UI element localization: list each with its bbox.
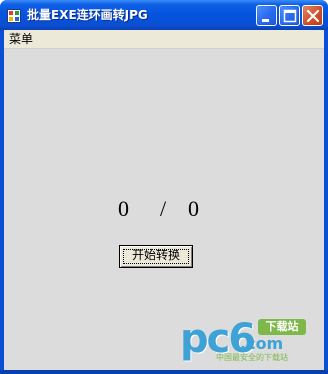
- menu-item-menu[interactable]: 菜单: [9, 32, 33, 47]
- minimize-icon: [262, 19, 269, 22]
- close-button[interactable]: [302, 5, 323, 26]
- close-icon: [306, 9, 320, 23]
- watermark: pc6 .com 下载站 中国最安全的下载站: [180, 317, 310, 367]
- progress-total: 0: [188, 196, 199, 221]
- menu-bar: 菜单: [4, 30, 324, 49]
- minimize-button[interactable]: [256, 5, 277, 26]
- client-area: 菜单 0 / 0 开始转换 pc6 .com 下载站 中国最安全的下载站: [4, 30, 324, 370]
- progress-current: 0: [118, 196, 129, 221]
- focus-rect: [123, 249, 189, 264]
- progress-separator: /: [160, 196, 167, 221]
- title-bar[interactable]: 批量EXE连环画转JPG: [0, 0, 328, 30]
- app-icon[interactable]: [7, 8, 21, 23]
- maximize-icon: [283, 9, 297, 23]
- watermark-badge: 下载站: [258, 319, 306, 335]
- start-conversion-button[interactable]: 开始转换: [119, 245, 193, 268]
- window-bottom-border: [0, 370, 328, 374]
- app-window: 批量EXE连环画转JPG 菜单 0 / 0 开始转换 pc6 .com 下载站 …: [0, 0, 328, 374]
- window-title: 批量EXE连环画转JPG: [27, 8, 148, 22]
- maximize-button[interactable]: [279, 5, 300, 26]
- watermark-dotcom: .com: [240, 334, 284, 353]
- watermark-tagline: 中国最安全的下载站: [216, 353, 288, 362]
